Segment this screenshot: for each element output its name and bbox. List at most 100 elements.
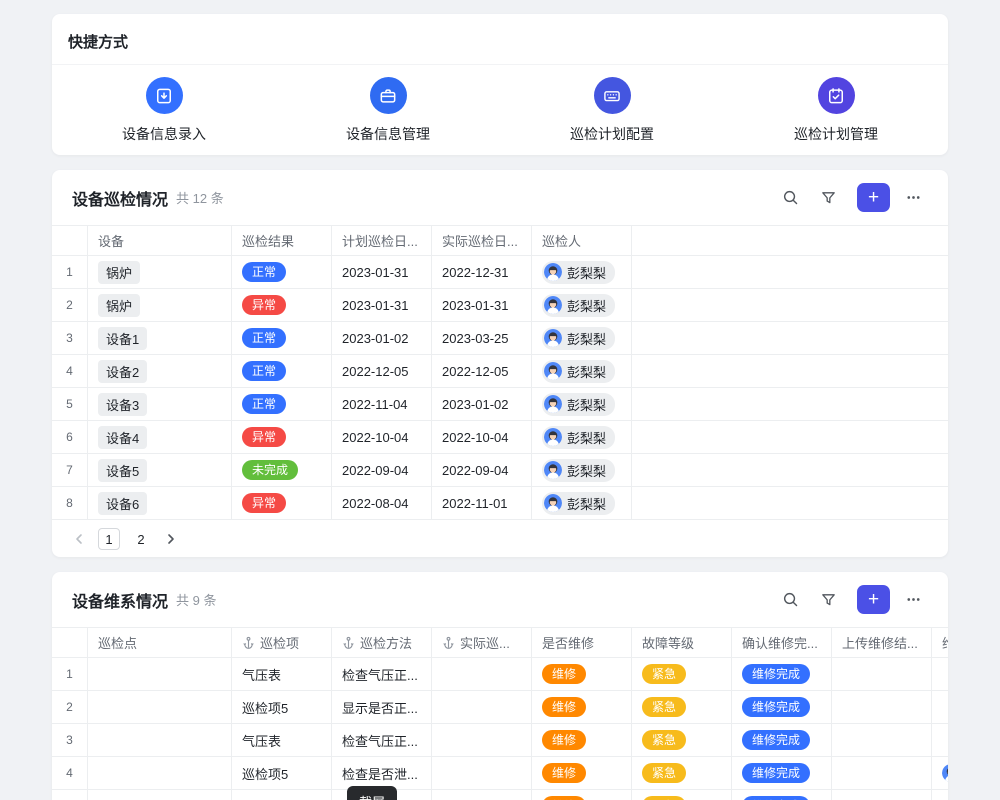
search-icon[interactable] bbox=[775, 585, 805, 615]
filter-icon[interactable] bbox=[813, 585, 843, 615]
cell-故障等级[interactable]: 紧急 bbox=[632, 757, 732, 789]
cell-故障等级[interactable]: 紧急 bbox=[632, 790, 732, 800]
cell-实际巡...[interactable] bbox=[432, 790, 532, 800]
add-record-button[interactable]: + bbox=[857, 183, 890, 212]
cell-维[interactable] bbox=[932, 691, 948, 723]
cell-巡检项[interactable]: 气压表 bbox=[232, 658, 332, 690]
cell-设备[interactable]: 设备2 bbox=[88, 355, 232, 387]
cell-实际巡检日...[interactable]: 2022-11-01 bbox=[432, 487, 532, 519]
cell-确认维修完...[interactable]: 维修完成 bbox=[732, 691, 832, 723]
cell-实际巡检日...[interactable]: 2023-01-02 bbox=[432, 388, 532, 420]
cell-filler[interactable] bbox=[632, 322, 948, 354]
cell-巡检人[interactable]: 彭梨梨 bbox=[532, 421, 632, 453]
cell-计划巡检日...[interactable]: 2022-09-04 bbox=[332, 454, 432, 486]
page-button-2[interactable]: 2 bbox=[130, 528, 152, 550]
cell-设备[interactable]: 设备1 bbox=[88, 322, 232, 354]
column-header[interactable]: 巡检方法 bbox=[332, 628, 432, 657]
shortcut-device-manage[interactable]: 设备信息管理 bbox=[276, 77, 500, 144]
cell-设备[interactable]: 锅炉 bbox=[88, 256, 232, 288]
cell-实际巡...[interactable] bbox=[432, 724, 532, 756]
column-header[interactable]: 计划巡检日... bbox=[332, 226, 432, 255]
cell-巡检人[interactable]: 彭梨梨 bbox=[532, 355, 632, 387]
cell-巡检人[interactable]: 彭梨梨 bbox=[532, 322, 632, 354]
cell-巡检点[interactable] bbox=[88, 658, 232, 690]
cell-上传维修结...[interactable] bbox=[832, 790, 932, 800]
cell-是否维修[interactable]: 维修 bbox=[532, 658, 632, 690]
cell-实际巡...[interactable] bbox=[432, 691, 532, 723]
cell-巡检结果[interactable]: 未完成 bbox=[232, 454, 332, 486]
cell-计划巡检日...[interactable]: 2023-01-02 bbox=[332, 322, 432, 354]
shortcut-plan-config[interactable]: 巡检计划配置 bbox=[500, 77, 724, 144]
cell-巡检人[interactable]: 彭梨梨 bbox=[532, 487, 632, 519]
cell-filler[interactable] bbox=[632, 289, 948, 321]
cell-巡检方法[interactable]: 检查是否泄... bbox=[332, 757, 432, 789]
cell-确认维修完...[interactable]: 维修完成 bbox=[732, 757, 832, 789]
cell-实际巡检日...[interactable]: 2023-01-31 bbox=[432, 289, 532, 321]
cell-巡检人[interactable]: 彭梨梨 bbox=[532, 289, 632, 321]
cell-巡检结果[interactable]: 正常 bbox=[232, 256, 332, 288]
cell-设备[interactable]: 设备6 bbox=[88, 487, 232, 519]
column-header[interactable]: 维 bbox=[932, 628, 948, 657]
column-header[interactable]: 实际巡... bbox=[432, 628, 532, 657]
cell-故障等级[interactable]: 紧急 bbox=[632, 658, 732, 690]
cell-计划巡检日...[interactable]: 2023-01-31 bbox=[332, 289, 432, 321]
cell-巡检结果[interactable]: 正常 bbox=[232, 388, 332, 420]
cell-上传维修结...[interactable] bbox=[832, 757, 932, 789]
cell-计划巡检日...[interactable]: 2022-12-05 bbox=[332, 355, 432, 387]
cell-确认维修完...[interactable]: 维修完成 bbox=[732, 724, 832, 756]
cell-上传维修结...[interactable] bbox=[832, 724, 932, 756]
cell-故障等级[interactable]: 紧急 bbox=[632, 724, 732, 756]
cell-filler[interactable] bbox=[632, 355, 948, 387]
cell-巡检人[interactable]: 彭梨梨 bbox=[532, 256, 632, 288]
cell-实际巡...[interactable] bbox=[432, 757, 532, 789]
cell-计划巡检日...[interactable]: 2022-11-04 bbox=[332, 388, 432, 420]
cell-设备[interactable]: 设备5 bbox=[88, 454, 232, 486]
column-header[interactable]: 设备 bbox=[88, 226, 232, 255]
cell-是否维修[interactable]: 维修 bbox=[532, 790, 632, 800]
column-header[interactable]: 巡检项 bbox=[232, 628, 332, 657]
cell-实际巡...[interactable] bbox=[432, 658, 532, 690]
cell-巡检结果[interactable]: 异常 bbox=[232, 289, 332, 321]
cell-确认维修完...[interactable]: 维修完成 bbox=[732, 658, 832, 690]
cell-巡检结果[interactable]: 异常 bbox=[232, 421, 332, 453]
cell-上传维修结...[interactable] bbox=[832, 658, 932, 690]
column-header[interactable]: 实际巡检日... bbox=[432, 226, 532, 255]
cell-维[interactable] bbox=[932, 757, 948, 789]
cell-是否维修[interactable]: 维修 bbox=[532, 691, 632, 723]
cell-实际巡检日...[interactable]: 2022-09-04 bbox=[432, 454, 532, 486]
cell-实际巡检日...[interactable]: 2022-12-31 bbox=[432, 256, 532, 288]
cell-巡检项[interactable]: 巡检项5 bbox=[232, 691, 332, 723]
more-icon[interactable] bbox=[898, 183, 928, 213]
cell-巡检人[interactable]: 彭梨梨 bbox=[532, 454, 632, 486]
cell-巡检点[interactable] bbox=[88, 790, 232, 800]
cell-维[interactable] bbox=[932, 658, 948, 690]
shortcut-plan-manage[interactable]: 巡检计划管理 bbox=[724, 77, 948, 144]
column-header[interactable]: 巡检结果 bbox=[232, 226, 332, 255]
column-header[interactable]: 是否维修 bbox=[532, 628, 632, 657]
cell-巡检结果[interactable]: 正常 bbox=[232, 322, 332, 354]
shortcut-device-entry[interactable]: 设备信息录入 bbox=[52, 77, 276, 144]
cell-巡检项[interactable]: 巡检项5 bbox=[232, 790, 332, 800]
column-header[interactable]: 确认维修完... bbox=[732, 628, 832, 657]
cell-巡检点[interactable] bbox=[88, 724, 232, 756]
cell-实际巡检日...[interactable]: 2022-10-04 bbox=[432, 421, 532, 453]
cell-巡检结果[interactable]: 异常 bbox=[232, 487, 332, 519]
cell-确认维修完...[interactable]: 维修完成 bbox=[732, 790, 832, 800]
cell-巡检人[interactable]: 彭梨梨 bbox=[532, 388, 632, 420]
column-header[interactable]: 巡检人 bbox=[532, 226, 632, 255]
more-icon[interactable] bbox=[898, 585, 928, 615]
page-next-icon[interactable] bbox=[162, 530, 180, 548]
cell-计划巡检日...[interactable]: 2023-01-31 bbox=[332, 256, 432, 288]
add-record-button[interactable]: + bbox=[857, 585, 890, 614]
cell-巡检方法[interactable]: 检查气压正... bbox=[332, 724, 432, 756]
cell-上传维修结...[interactable] bbox=[832, 691, 932, 723]
cell-维[interactable] bbox=[932, 790, 948, 800]
page-prev-icon[interactable] bbox=[70, 530, 88, 548]
cell-设备[interactable]: 锅炉 bbox=[88, 289, 232, 321]
cell-巡检点[interactable] bbox=[88, 691, 232, 723]
cell-是否维修[interactable]: 维修 bbox=[532, 724, 632, 756]
cell-巡检项[interactable]: 气压表 bbox=[232, 724, 332, 756]
cell-filler[interactable] bbox=[632, 454, 948, 486]
cell-故障等级[interactable]: 紧急 bbox=[632, 691, 732, 723]
cell-filler[interactable] bbox=[632, 487, 948, 519]
